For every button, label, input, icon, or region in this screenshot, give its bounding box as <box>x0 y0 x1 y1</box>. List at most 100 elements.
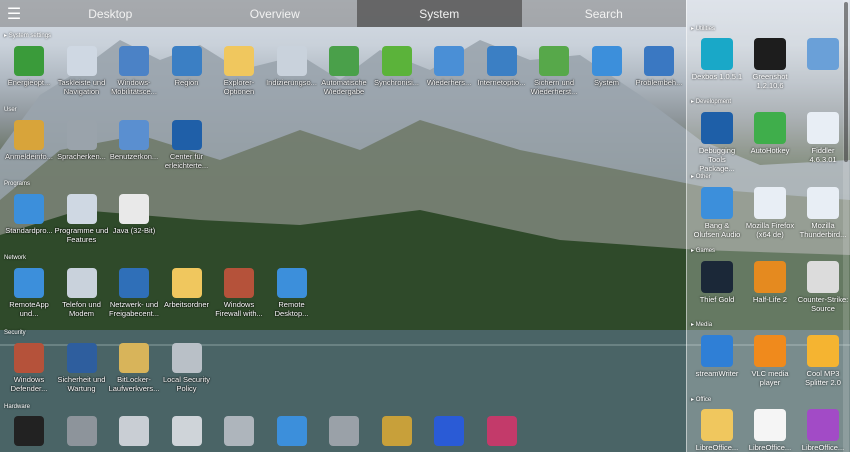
autoplay-icon <box>329 46 359 76</box>
other-app[interactable]: Mozilla Thunderbird... <box>797 187 849 239</box>
network-setting-item-label: Arbeitsordner <box>163 300 210 309</box>
security-setting-item[interactable]: Local Security Policy <box>158 343 216 393</box>
games-app[interactable]: Counter-Strike: Source <box>797 261 849 313</box>
user-setting-item[interactable]: Spracherken... <box>53 120 111 161</box>
security-setting-item[interactable]: Windows Defender... <box>0 343 58 393</box>
section-media[interactable]: ▸ Media <box>691 321 712 328</box>
development-app[interactable]: Debugging Tools Package... <box>691 112 743 173</box>
utilities-app[interactable]: Dexbos 1.0.5.1 <box>691 38 743 81</box>
tab-overview[interactable]: Overview <box>193 0 358 27</box>
program-setting-item[interactable]: Standardpro... <box>0 194 58 235</box>
hardware-setting-item[interactable] <box>210 416 268 448</box>
system-setting-item[interactable]: Taskleiste und Navigation <box>53 46 111 96</box>
hardware-setting-item[interactable] <box>158 416 216 448</box>
internet-options-icon <box>486 46 517 76</box>
utilities-app[interactable]: Greenshot 1.2.10.6 <box>744 38 796 90</box>
network-setting-item[interactable]: Telefon und Modem <box>53 268 111 318</box>
system-setting-item[interactable]: Explorer-Optionen <box>210 46 268 96</box>
hamburger-icon[interactable]: ☰ <box>0 0 28 27</box>
development-app[interactable]: AutoHotkey <box>744 112 796 155</box>
dexbos-icon <box>701 38 733 70</box>
taskbar-icon <box>66 46 97 76</box>
media-app[interactable]: Cool MP3 Splitter 2.0 <box>797 335 849 387</box>
media-app-label: streamWriter <box>695 369 739 378</box>
system-setting-item-label: Synchronisi... <box>373 78 420 87</box>
section-development[interactable]: ▸ Development <box>691 98 731 105</box>
system-setting-item-label: Taskleiste und Navigation <box>57 78 106 96</box>
network-setting-item[interactable]: Windows Firewall with... <box>210 268 268 318</box>
system-setting-item[interactable]: Automatische Wiedergabe <box>315 46 373 96</box>
hardware-setting-item[interactable] <box>315 416 373 448</box>
system-setting-item[interactable]: System <box>578 46 636 87</box>
section-label: Utilities <box>695 26 716 32</box>
tab-desktop[interactable]: Desktop <box>28 0 193 27</box>
globe-clock-icon <box>171 46 202 76</box>
hardware-setting-item[interactable] <box>263 416 321 448</box>
hardware-setting-item[interactable] <box>105 416 163 448</box>
system-monitor-icon <box>591 46 622 76</box>
app-window-icon <box>807 187 839 219</box>
section-utilities[interactable]: ▸ Utilities <box>691 25 715 32</box>
section-label: Other <box>695 174 711 180</box>
user-setting-item[interactable]: Anmeldeinfo... <box>0 120 58 161</box>
tab-search[interactable]: Search <box>522 0 687 27</box>
section-office[interactable]: ▸ Office <box>691 396 711 403</box>
section-games[interactable]: ▸ Games <box>691 247 715 254</box>
security-setting-item[interactable]: Sicherheit und Wartung <box>53 343 111 393</box>
display-icon <box>276 416 307 446</box>
system-setting-item[interactable]: Region <box>158 46 216 87</box>
system-setting-item[interactable]: Internetoptio... <box>473 46 531 87</box>
ease-of-access-icon <box>171 120 202 150</box>
tab-system[interactable]: System <box>357 0 522 27</box>
utilities-app[interactable] <box>797 38 849 72</box>
network-setting-item[interactable]: Arbeitsordner <box>158 268 216 309</box>
scrollbar-thumb[interactable] <box>844 2 848 162</box>
hardware-setting-item[interactable] <box>0 416 58 448</box>
user-setting-item[interactable]: Benutzerkon... <box>105 120 163 161</box>
system-setting-item-label: Windows-Mobilitätsce... <box>111 78 157 96</box>
java-icon <box>119 194 149 224</box>
media-app[interactable]: VLC media player <box>744 335 796 387</box>
section-other[interactable]: ▸ Other <box>691 173 711 180</box>
program-setting-item[interactable]: Programme und Features <box>53 194 111 244</box>
program-setting-item[interactable]: Java (32-Bit) <box>105 194 163 235</box>
development-app[interactable]: Fiddler 4.6.3.01 <box>797 112 849 164</box>
other-app[interactable]: Mozilla Firefox (x64 de) <box>744 187 796 239</box>
system-setting-item[interactable]: Indizierungso... <box>263 46 321 87</box>
hardware-setting-item[interactable] <box>368 416 426 448</box>
system-setting-item[interactable]: Wiederhers... <box>420 46 478 87</box>
games-app[interactable]: Thief Gold <box>691 261 743 304</box>
games-app-label: Counter-Strike: Source <box>797 295 849 313</box>
office-app[interactable]: LibreOffice... <box>744 409 796 452</box>
office-app[interactable]: LibreOffice... <box>797 409 849 452</box>
system-setting-item[interactable]: Problembeh... <box>630 46 688 87</box>
other-app[interactable]: Bang & Olufsen Audio <box>691 187 743 239</box>
office-app[interactable]: LibreOffice... <box>691 409 743 452</box>
network-setting-item[interactable]: Remote Desktop... <box>263 268 321 318</box>
security-setting-item-label: BitLocker-Laufwerkvers... <box>108 375 160 393</box>
system-setting-item[interactable]: Synchronisi... <box>368 46 426 87</box>
blurred-app-icon <box>807 38 839 70</box>
network-setting-item[interactable]: RemoteApp und... <box>0 268 58 318</box>
media-app[interactable]: streamWriter <box>691 335 743 378</box>
utilities-app-label: Greenshot 1.2.10.6 <box>752 72 788 90</box>
hardware-setting-item[interactable] <box>473 416 531 448</box>
top-nav-bar: ☰ Desktop Overview System Search <box>0 0 686 27</box>
system-setting-item[interactable]: Energieopt... <box>0 46 58 87</box>
panel-scrollbar[interactable] <box>843 0 849 452</box>
games-app[interactable]: Half-Life 2 <box>744 261 796 304</box>
mouse-icon <box>66 416 97 446</box>
x-badge-icon <box>434 416 464 446</box>
document-icon <box>754 409 786 441</box>
security-setting-item[interactable]: BitLocker-Laufwerkvers... <box>105 343 163 393</box>
hardware-setting-item[interactable] <box>53 416 111 448</box>
user-setting-item[interactable]: Center für erleichterte... <box>158 120 216 170</box>
remote-desktop-icon <box>276 268 307 298</box>
network-setting-item[interactable]: Netzwerk- und Freigabecent... <box>105 268 163 318</box>
section-system-settings[interactable]: ▸ System settings <box>4 32 51 39</box>
hardware-setting-item[interactable] <box>420 416 478 448</box>
system-setting-item[interactable]: Sichern und Wiederherst... <box>525 46 583 96</box>
system-setting-item[interactable]: Windows-Mobilitätsce... <box>105 46 163 96</box>
section-label: Games <box>695 248 716 254</box>
troubleshoot-icon <box>644 46 674 76</box>
